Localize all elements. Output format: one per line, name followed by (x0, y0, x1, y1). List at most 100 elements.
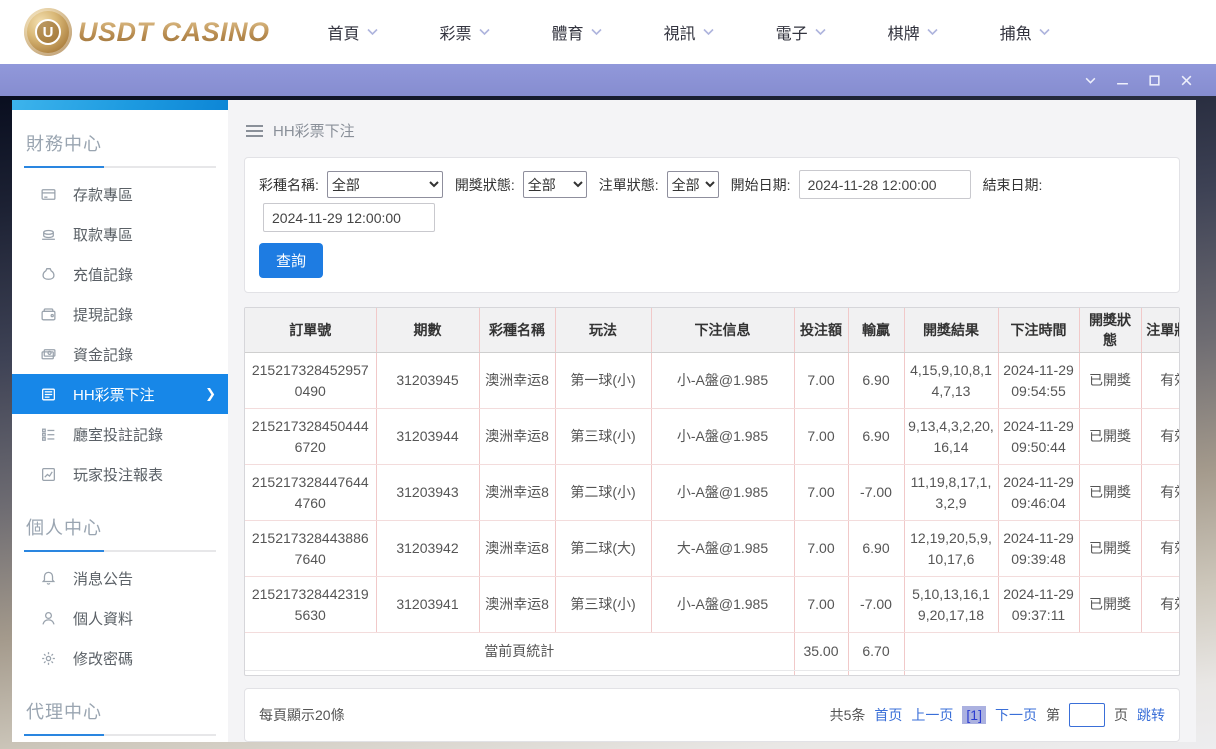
nav-item[interactable]: 視訊 (664, 20, 714, 44)
table-column-header: 開獎狀態 (1079, 308, 1142, 353)
window-chevron-down-button[interactable] (1074, 64, 1106, 96)
sidebar-item[interactable]: 取款專區 (12, 214, 228, 254)
start-date-input[interactable] (798, 170, 971, 199)
bets-table-card: 訂單號期數彩種名稱玩法下注信息投注額輸贏開獎結果下注時間開獎狀態注單狀態 215… (244, 307, 1180, 676)
sidebar-item[interactable]: 存款專區 (12, 174, 228, 214)
hamburger-menu-icon[interactable] (246, 124, 263, 138)
table-cell: 31203943 (376, 464, 480, 521)
jump-button[interactable]: 跳转 (1137, 705, 1165, 725)
query-button[interactable]: 查詢 (259, 243, 324, 278)
current-page-indicator: [1] (962, 706, 986, 724)
table-cell: 2024-11-29 09:39:48 (998, 520, 1080, 577)
table-cell: 2152173284476444760 (245, 464, 377, 521)
chevron-down-icon (815, 28, 826, 36)
gamepad-icon (170, 104, 222, 110)
sidebar-item[interactable]: 廳室投註記錄 (12, 414, 228, 454)
recharge-record-icon (40, 266, 57, 283)
nav-item[interactable]: 彩票 (440, 20, 490, 44)
table-cell: 31203944 (376, 408, 480, 465)
table-cell: 6.90 (848, 352, 905, 409)
table-column-header: 下注信息 (651, 308, 795, 353)
summary-winloss-total: 6.70 (848, 670, 905, 675)
window-maximize-button[interactable] (1138, 64, 1170, 96)
table-cell: 12,19,20,5,9,10,17,6 (904, 520, 999, 577)
table-cell: 9,13,4,3,2,20,16,14 (904, 408, 999, 465)
table-cell: 7.00 (794, 464, 849, 521)
chevron-down-icon (478, 28, 490, 36)
table-cell: 4,15,9,10,8,14,7,13 (904, 352, 999, 409)
summary-row: 當前頁統計 35.00 6.70 (245, 632, 1179, 671)
sidebar-item-label: 取款專區 (73, 226, 134, 244)
table-row: 2152173284476444760 31203943 澳洲幸运8 第二球(小) 小-… (245, 464, 1179, 521)
table-column-header: 開獎結果 (904, 308, 999, 353)
window-minimize-button[interactable] (1106, 64, 1138, 96)
table-cell: 2152173284504446720 (245, 408, 377, 465)
sidebar-item-label: 玩家投注報表 (73, 466, 164, 484)
sidebar-item[interactable]: 個人資料 (12, 598, 228, 638)
table-row: 2152173284438867640 31203942 澳洲幸运8 第二球(大) 大-… (245, 520, 1179, 577)
table-cell: 小-A盤@1.985 (651, 352, 795, 409)
prev-page-link[interactable]: 上一页 (911, 705, 953, 725)
nav-item-label: 捕魚 (999, 26, 1032, 43)
nav-item[interactable]: 棋牌 (888, 20, 938, 44)
chevron-down-icon (590, 28, 602, 36)
table-column-header: 投注額 (794, 308, 849, 353)
end-date-input[interactable] (263, 203, 435, 232)
chevron-right-icon: ❯ (205, 386, 216, 401)
nav-item[interactable]: 捕魚 (1000, 20, 1050, 44)
profile-icon (40, 610, 57, 627)
bell-icon (40, 570, 57, 587)
table-cell: 第三球(小) (555, 576, 652, 633)
table-cell: 6.90 (848, 408, 905, 465)
sidebar-item[interactable]: 充值記錄 (12, 254, 228, 294)
nav-item[interactable]: 體育 (552, 20, 602, 44)
table-row: 2152173284423195630 31203941 澳洲幸运8 第三球(小) 小-… (245, 576, 1179, 633)
sidebar-item[interactable]: 玩家投注報表 (12, 454, 228, 494)
order-status-select[interactable]: 全部 (666, 171, 719, 198)
table-cell: 大-A盤@1.985 (651, 520, 795, 577)
start-date-label: 開始日期: (730, 176, 791, 193)
first-page-link[interactable]: 首页 (874, 705, 902, 725)
table-cell: -7.00 (848, 576, 905, 633)
nav-item[interactable]: 電子 (776, 20, 826, 44)
nav-item[interactable]: 首頁 (328, 20, 378, 44)
table-cell: 已開獎 (1079, 520, 1142, 577)
sidebar-item[interactable]: 修改密碼 (12, 638, 228, 678)
table-cell: 5,10,13,16,19,20,17,18 (904, 576, 999, 633)
summary-winloss-total: 6.70 (848, 632, 905, 671)
table-cell: 第三球(小) (555, 408, 652, 465)
section-heading: 財務中心 (26, 134, 102, 154)
next-page-link[interactable]: 下一页 (995, 705, 1037, 725)
main-content: HH彩票下注 彩種名稱: 全部 開獎狀態: 全部 注單狀態: 全部 開始日期: … (228, 100, 1196, 742)
main-menu: 首頁 彩票 體育 視訊 電子 棋牌 捕魚 (328, 20, 1050, 44)
sidebar-item[interactable]: 提現記錄 (12, 294, 228, 334)
lottery-name-select[interactable]: 全部 (326, 171, 443, 198)
sidebar-item[interactable]: HH彩票下注 ❯ (12, 374, 228, 414)
window-close-button[interactable] (1170, 64, 1202, 96)
summary-empty (904, 671, 1179, 676)
order-status-label: 注單狀態: (598, 176, 659, 193)
brand-logo[interactable]: U USDT CASINO (24, 8, 270, 56)
draw-status-label: 開獎狀態: (454, 176, 515, 193)
sidebar-item[interactable]: 消息公告 (12, 558, 228, 598)
table-cell: 有效 (1141, 576, 1179, 633)
pager-controls: 共5条 首页 上一页 [1] 下一页 第 页 跳转 (830, 703, 1165, 727)
table-cell: 2024-11-29 09:37:11 (998, 576, 1080, 633)
table-column-header: 彩種名稱 (479, 308, 556, 353)
nav-item-label: 棋牌 (887, 26, 920, 43)
usdt-coin-icon: U (24, 8, 72, 56)
total-count-text: 共5条 (829, 707, 866, 723)
app-frame: 玩家中心 PLAYERS CENTER 財務中心存款專區取款專區充值記錄提現記錄… (0, 96, 1216, 749)
sidebar-item-label: 個人資料 (73, 610, 134, 628)
sidebar-item[interactable]: 資金記錄 (12, 334, 228, 374)
jump-page-input[interactable] (1069, 703, 1105, 727)
lottery-name-label: 彩種名稱: (259, 176, 319, 193)
table-cell: 第一球(小) (555, 352, 652, 409)
table-cell: 2024-11-29 09:54:55 (998, 352, 1080, 409)
table-cell: 已開獎 (1079, 352, 1142, 409)
draw-status-select[interactable]: 全部 (522, 171, 587, 198)
window-titlebar (0, 64, 1216, 96)
sidebar-section: 代理中心 (12, 678, 228, 736)
table-column-header: 期數 (376, 308, 480, 353)
lottery-bet-icon (40, 386, 57, 403)
